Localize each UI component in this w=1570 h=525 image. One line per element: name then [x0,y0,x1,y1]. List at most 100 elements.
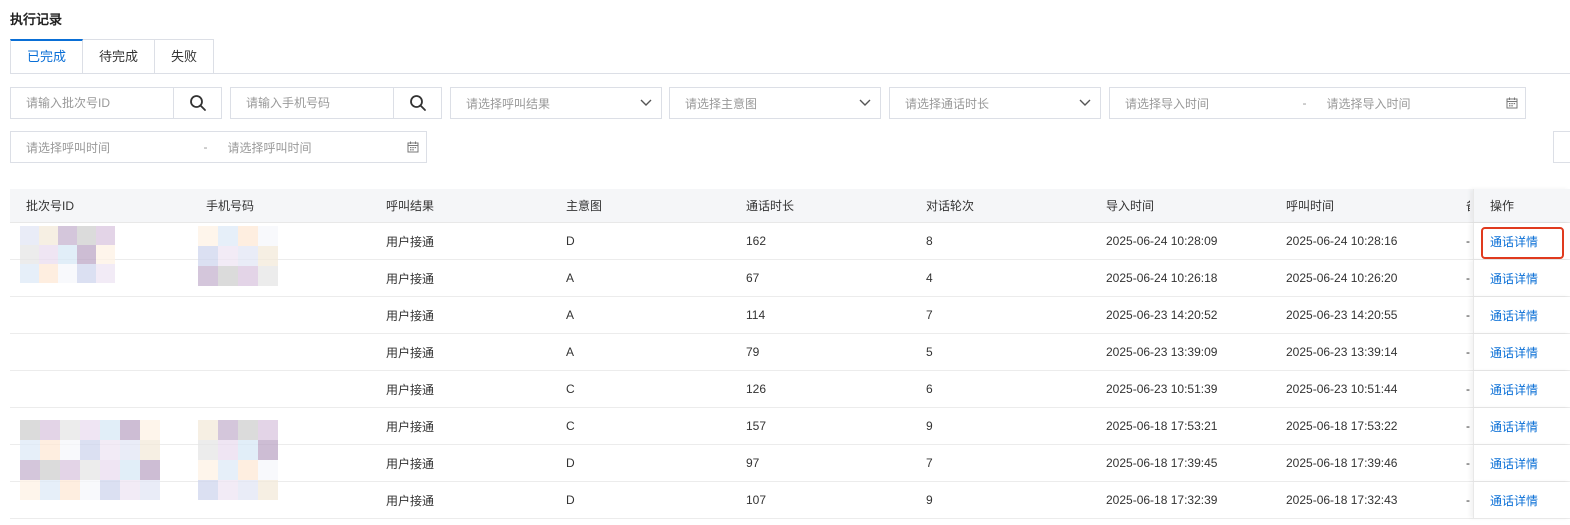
turns-cell: 6 [926,382,933,396]
actions-cell: 通话详情 [1473,482,1570,518]
call-result-cell: 用户接通 [386,345,435,360]
table-header: 批次号ID 手机号码 呼叫结果 主意图 通话时长 对话轮次 导入时间 呼叫时间 … [10,189,1570,223]
range-separator: - [1302,96,1307,110]
redaction-pixel [140,480,160,500]
call-result-cell: 用户接通 [386,308,435,323]
call-time-cell: 2025-06-23 10:51:44 [1286,382,1398,396]
redaction-pixel [198,460,218,480]
call-time-range[interactable]: 请选择呼叫时间 - 请选择呼叫时间 [10,131,427,163]
actions-cell: 通话详情 [1473,223,1570,259]
redaction-pixel [198,440,218,460]
import-time-range[interactable]: 请选择导入时间 - 请选择导入时间 [1109,87,1526,119]
import-time-cell: 2025-06-24 10:28:09 [1106,234,1218,248]
intent-cell: A [566,271,575,285]
redaction-pixel [120,440,140,460]
redaction-pixel [77,264,96,283]
redaction-pixel [40,480,60,500]
call-details-link[interactable]: 通话详情 [1490,344,1538,361]
redaction-pixel [39,245,58,264]
redaction-pixel [60,440,80,460]
actions-cell: 通话详情 [1473,334,1570,370]
chevron-down-icon [631,99,661,107]
redaction-pixel [218,480,238,500]
redaction-pixel [258,266,278,286]
redaction-pixel [20,440,40,460]
redaction-pixel [120,480,140,500]
redaction-pixel [58,264,77,283]
redaction-pixel [218,440,238,460]
tab-completed[interactable]: 已完成 [10,39,84,74]
call-details-link[interactable]: 通话详情 [1490,455,1538,472]
column-header: 呼叫结果 [386,199,435,213]
redaction-pixel [20,480,40,500]
call-result-cell: 用户接通 [386,419,435,434]
call-details-link[interactable]: 通话详情 [1490,492,1538,509]
redaction-pixel [40,420,60,440]
calendar-icon [400,141,426,153]
clipped-button[interactable] [1553,131,1570,163]
call-details-link[interactable]: 通话详情 [1490,270,1538,287]
redaction-pixel [39,226,58,245]
redaction-pixel [80,420,100,440]
call-result-select[interactable]: 请选择呼叫结果 [450,87,662,119]
redaction-pixel [238,420,258,440]
duration-cell: 114 [746,308,766,322]
import-end-placeholder[interactable]: 请选择导入时间 [1312,95,1500,112]
redaction-pixel [58,245,77,264]
redaction-pixel [238,440,258,460]
call-details-link[interactable]: 通话详情 [1490,418,1538,435]
intent-cell: D [566,234,575,248]
import-start-placeholder[interactable]: 请选择导入时间 [1110,95,1298,112]
import-time-cell: 2025-06-23 13:39:09 [1106,345,1218,359]
table-row: 用户接通 A 79 5 2025-06-23 13:39:09 2025-06-23 13… [10,334,1570,371]
column-header: 呼叫时间 [1286,199,1335,213]
column-header: 主意图 [566,199,603,213]
phone-search-button[interactable] [393,88,441,118]
redaction-pixel [238,266,258,286]
duration-placeholder: 请选择通话时长 [905,96,990,111]
redaction-pixel [238,246,258,266]
remark-cell: - [1466,271,1470,285]
table-row: 用户接通 C 126 6 2025-06-23 10:51:39 2025-06-23 1… [10,371,1570,408]
redaction-pixel [218,420,238,440]
redaction-pixel [60,460,80,480]
call-details-link[interactable]: 通话详情 [1490,233,1538,250]
batch-id-input[interactable] [11,88,173,118]
redaction-pixel [100,480,120,500]
tab-pending[interactable]: 待完成 [83,39,156,74]
redaction-pixel [218,246,238,266]
search-icon [189,95,206,111]
redaction-pixel [198,480,218,500]
call-start-placeholder[interactable]: 请选择呼叫时间 [11,139,199,156]
actions-cell: 通话详情 [1473,297,1570,333]
redaction-pixel [80,480,100,500]
call-result-cell: 用户接通 [386,271,435,286]
duration-cell: 67 [746,271,760,285]
batch-id-search-button[interactable] [173,88,221,118]
redaction-pixel [60,480,80,500]
duration-select[interactable]: 请选择通话时长 [889,87,1101,119]
call-end-placeholder[interactable]: 请选择呼叫时间 [213,139,401,156]
actions-cell: 通话详情 [1473,445,1570,481]
redaction-pixel [96,264,115,283]
tabs-divider [10,73,1570,74]
intent-select[interactable]: 请选择主意图 [669,87,881,119]
redaction-pixel [238,480,258,500]
redaction-pixel [238,460,258,480]
call-result-cell: 用户接通 [386,382,435,397]
turns-cell: 8 [926,234,933,248]
call-details-link[interactable]: 通话详情 [1490,381,1538,398]
turns-cell: 9 [926,419,933,433]
column-header: 通话时长 [746,199,795,213]
call-details-link[interactable]: 通话详情 [1490,307,1538,324]
call-time-cell: 2025-06-23 13:39:14 [1286,345,1398,359]
phone-input[interactable] [231,88,393,118]
duration-cell: 79 [746,345,760,359]
redaction-pixel [20,245,39,264]
redaction-pixel [60,420,80,440]
redaction-pixel [96,245,115,264]
redaction-pixel [258,420,278,440]
column-header: 手机号码 [206,199,255,213]
remark-cell: - [1466,493,1470,507]
tab-failed[interactable]: 失败 [155,39,215,74]
